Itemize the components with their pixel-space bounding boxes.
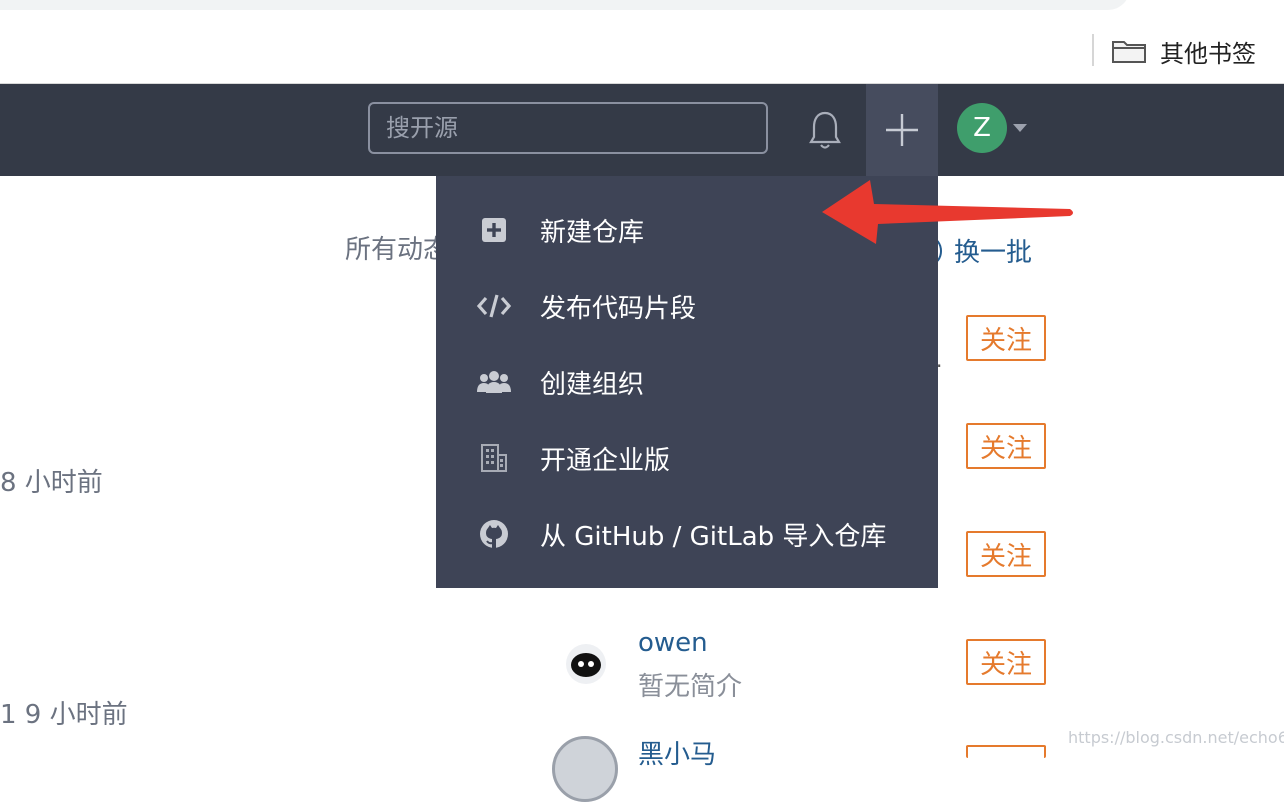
menu-item-label: 创建组织 <box>540 369 645 400</box>
square-plus-icon <box>476 212 512 248</box>
recommended-user-bio: 暂无简介 <box>638 672 743 702</box>
bookmarks-bar: 其他书签 <box>0 12 1284 84</box>
other-bookmarks-folder[interactable]: 其他书签 <box>1112 34 1256 68</box>
users-icon <box>476 364 512 400</box>
address-bar[interactable] <box>0 0 1130 10</box>
github-icon <box>476 516 512 552</box>
user-avatar: Z <box>957 103 1007 153</box>
user-menu-button[interactable]: Z <box>957 103 1027 153</box>
recommended-user-name[interactable]: owen <box>638 628 708 658</box>
code-icon <box>476 288 512 324</box>
plus-icon <box>886 114 918 146</box>
menu-item-label: 从 GitHub / GitLab 导入仓库 <box>540 521 887 552</box>
menu-item-label: 发布代码片段 <box>540 293 697 324</box>
search-input[interactable] <box>368 102 768 154</box>
bookmarks-divider <box>1092 34 1094 66</box>
recommended-user-name[interactable]: 黑小马 <box>638 734 716 771</box>
menu-item-enterprise[interactable]: 开通企业版 <box>436 420 938 496</box>
bookmark-folder-label: 其他书签 <box>1160 39 1256 68</box>
follow-button[interactable] <box>966 745 1046 758</box>
menu-item-label: 新建仓库 <box>540 217 645 248</box>
follow-button[interactable]: 关注 <box>966 423 1046 469</box>
notifications-button[interactable] <box>800 104 850 156</box>
folder-icon <box>1112 41 1146 63</box>
menu-item-create-organization[interactable]: 创建组织 <box>436 344 938 420</box>
annotation-arrow <box>822 180 1073 244</box>
follow-button[interactable]: 关注 <box>966 639 1046 685</box>
building-icon <box>476 440 512 476</box>
follow-button[interactable]: 关注 <box>966 315 1046 361</box>
recommended-user-avatar[interactable] <box>552 736 618 802</box>
site-navbar: Z <box>0 84 1284 176</box>
bell-icon <box>809 111 841 149</box>
user-avatar-image <box>571 653 601 677</box>
chevron-down-icon <box>1013 124 1027 132</box>
follow-button[interactable]: 关注 <box>966 531 1046 577</box>
menu-item-label: 开通企业版 <box>540 445 671 476</box>
menu-item-import-repository[interactable]: 从 GitHub / GitLab 导入仓库 <box>436 496 938 572</box>
create-menu-button[interactable] <box>866 84 938 176</box>
feed-tab-all[interactable]: 所有动态 <box>345 229 449 266</box>
csdn-watermark: https://blog.csdn.net/echo666 <box>1068 728 1284 747</box>
feed-item-time: 1 9 小时前 <box>0 700 128 730</box>
menu-item-publish-snippet[interactable]: 发布代码片段 <box>436 268 938 344</box>
recommended-user-avatar[interactable] <box>566 644 606 684</box>
feed-item-time: 8 小时前 <box>0 468 103 498</box>
